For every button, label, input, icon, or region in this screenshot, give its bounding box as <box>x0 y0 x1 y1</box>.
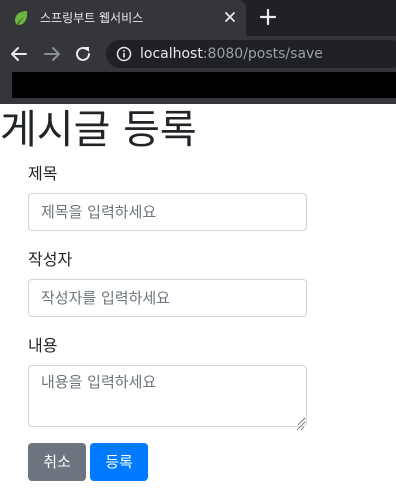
url-path: :8080/posts/save <box>202 46 323 62</box>
bookmarks-bar <box>0 72 396 104</box>
browser-toolbar: localhost:8080/posts/save <box>0 36 396 72</box>
address-bar[interactable]: localhost:8080/posts/save <box>106 40 396 68</box>
title-label: 제목 <box>28 164 58 183</box>
tab-title: 스프링부트 웹서비스 <box>40 11 144 25</box>
bookmarks-area <box>12 72 396 98</box>
author-input[interactable] <box>28 279 307 317</box>
spring-leaf-icon <box>13 10 29 26</box>
browser-tab[interactable]: 스프링부트 웹서비스 <box>0 0 246 36</box>
arrow-back-icon[interactable] <box>9 44 29 64</box>
title-input[interactable] <box>28 193 307 231</box>
info-icon[interactable] <box>116 46 132 62</box>
url-host: localhost <box>140 46 203 62</box>
tab-strip: 스프링부트 웹서비스 <box>0 0 396 36</box>
plus-icon[interactable] <box>257 6 279 28</box>
reload-icon[interactable] <box>73 44 93 64</box>
arrow-forward-icon[interactable] <box>42 44 62 64</box>
page-title: 게시글 등록 <box>0 107 197 153</box>
author-label: 작성자 <box>28 250 73 269</box>
url-text: localhost:8080/posts/save <box>140 46 323 62</box>
content-textarea[interactable] <box>28 365 307 427</box>
submit-button[interactable]: 등록 <box>90 443 148 481</box>
content-label: 내용 <box>28 336 58 355</box>
cancel-button[interactable]: 취소 <box>28 443 86 481</box>
close-icon[interactable] <box>222 9 238 25</box>
